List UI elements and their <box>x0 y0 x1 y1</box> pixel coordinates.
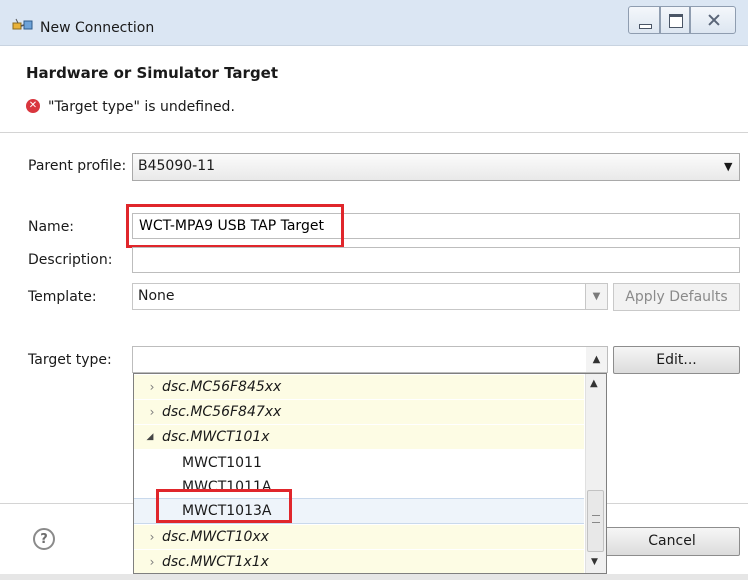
list-item[interactable]: ◢ dsc.MWCT101x <box>134 425 584 449</box>
maximize-button[interactable] <box>660 6 690 34</box>
error-x-icon: ✕ <box>26 99 40 113</box>
window-bottom-edge <box>0 574 748 580</box>
chevron-down-icon[interactable]: ▼ <box>585 284 607 309</box>
dialog-header <box>0 47 748 133</box>
cancel-button[interactable]: Cancel <box>604 527 740 556</box>
chevron-right-icon[interactable]: › <box>146 525 158 549</box>
page-title: Hardware or Simulator Target <box>26 64 279 82</box>
chevron-right-icon[interactable]: › <box>146 375 158 399</box>
list-item[interactable]: › dsc.MC56F847xx <box>134 400 584 424</box>
scroll-up-icon[interactable]: ▲ <box>590 378 598 389</box>
minimize-button[interactable] <box>628 6 660 34</box>
window-title: New Connection <box>40 20 155 36</box>
chevron-up-icon[interactable]: ▲ <box>586 347 607 372</box>
list-item-label: dsc.MC56F847xx <box>162 404 282 420</box>
chevron-right-icon[interactable]: › <box>146 400 158 424</box>
list-item-label: dsc.MWCT101x <box>162 429 270 445</box>
target-type-label: Target type: <box>28 352 112 368</box>
parent-profile-label: Parent profile: <box>28 158 127 174</box>
help-question-icon[interactable]: ? <box>33 528 55 550</box>
name-label: Name: <box>28 219 75 235</box>
parent-profile-value: B45090-11 <box>138 158 216 174</box>
description-label: Description: <box>28 252 113 268</box>
edit-button[interactable]: Edit... <box>613 346 740 374</box>
target-type-select[interactable] <box>132 346 608 373</box>
error-message: "Target type" is undefined. <box>48 99 235 115</box>
apply-defaults-button[interactable]: Apply Defaults <box>613 283 740 311</box>
template-value: None <box>138 288 175 304</box>
list-item[interactable]: MWCT1011 <box>134 451 584 475</box>
name-highlight-box <box>126 204 344 248</box>
description-input[interactable] <box>132 247 740 273</box>
list-item-label: MWCT1011 <box>182 455 262 471</box>
expanded-triangle-icon[interactable]: ◢ <box>144 425 156 449</box>
selection-highlight-box <box>156 489 292 523</box>
template-label: Template: <box>28 289 97 305</box>
list-item-label: dsc.MC56F845xx <box>162 379 282 395</box>
close-button[interactable] <box>690 6 736 34</box>
grip-icon <box>592 515 600 523</box>
list-item[interactable]: › dsc.MC56F845xx <box>134 375 584 399</box>
list-item[interactable]: › dsc.MWCT1x1x <box>134 550 584 573</box>
plug-connection-icon <box>12 18 33 30</box>
list-item-label: dsc.MWCT10xx <box>162 529 269 545</box>
target-type-dropdown-list[interactable]: › dsc.MC56F845xx › dsc.MC56F847xx ◢ dsc.… <box>133 373 607 574</box>
chevron-down-icon[interactable]: ▼ <box>724 160 732 173</box>
list-item-label: dsc.MWCT1x1x <box>162 554 269 570</box>
chevron-right-icon[interactable]: › <box>146 550 158 573</box>
list-item[interactable]: › dsc.MWCT10xx <box>134 525 584 549</box>
parent-profile-select[interactable] <box>132 153 740 181</box>
template-select[interactable] <box>132 283 608 310</box>
scroll-down-icon[interactable]: ▼ <box>591 557 598 567</box>
